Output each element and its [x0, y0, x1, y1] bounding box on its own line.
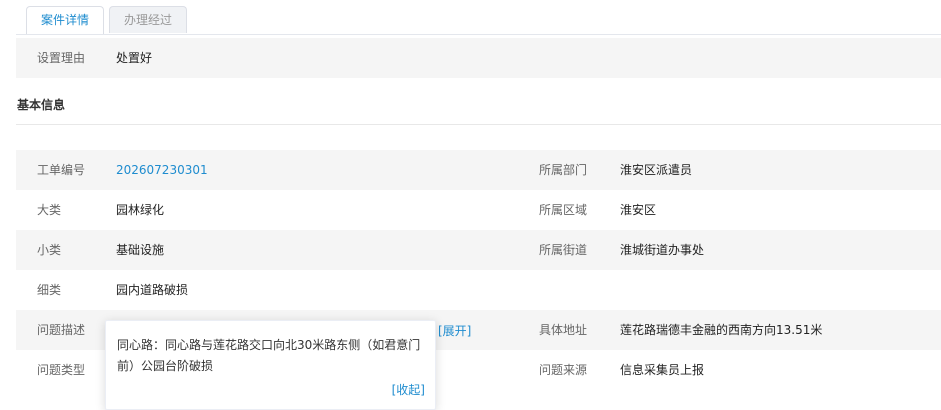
section-title: 基本信息 [17, 98, 66, 112]
order-no-link[interactable]: 202607230301 [116, 150, 208, 190]
category-value: 园林绿化 [116, 203, 165, 217]
street-label: 所属街道 [539, 243, 588, 257]
subcategory-value: 基础设施 [116, 243, 165, 257]
problem-type-label: 问题类型 [37, 363, 86, 377]
dept-label: 所属部门 [539, 163, 588, 177]
description-collapse-link[interactable]: [收起] [392, 381, 425, 398]
description-popover: 同心路：同心路与莲花路交口向北30米路东侧（如君意门前）公园台阶破损 [收起] [105, 320, 436, 410]
description-full-text: 同心路：同心路与莲花路交口向北30米路东侧（如君意门前）公园台阶破损 [117, 338, 421, 373]
category-label: 大类 [37, 203, 62, 217]
source-value: 信息采集员上报 [620, 363, 705, 377]
district-value: 淮安区 [620, 203, 657, 217]
info-row-2: 大类 园林绿化 所属区域 淮安区 [16, 190, 941, 230]
reason-row: 设置理由 处置好 [16, 38, 941, 78]
description-label: 问题描述 [37, 323, 86, 337]
detail-value: 园内道路破损 [116, 283, 189, 297]
address-label: 具体地址 [539, 323, 588, 337]
district-label: 所属区域 [539, 203, 588, 217]
tab-case-details[interactable]: 案件详情 [26, 6, 104, 35]
tab-divider [16, 34, 941, 35]
dept-value: 淮安区派遣员 [620, 163, 693, 177]
detail-label: 细类 [37, 283, 62, 297]
info-row-3: 小类 基础设施 所属街道 淮城街道办事处 [16, 230, 941, 270]
reason-value: 处置好 [116, 51, 153, 65]
subcategory-label: 小类 [37, 243, 62, 257]
tab-handling-process[interactable]: 办理经过 [109, 6, 187, 33]
info-row-4: 细类 园内道路破损 [16, 270, 941, 310]
info-row-1: 工单编号 202607230301 所属部门 淮安区派遣员 [16, 150, 941, 190]
address-value: 莲花路瑞德丰金融的西南方向13.51米 [620, 323, 823, 337]
description-expand-link[interactable]: [展开] [438, 322, 471, 340]
reason-label: 设置理由 [37, 51, 86, 65]
source-label: 问题来源 [539, 363, 588, 377]
order-no-label: 工单编号 [37, 163, 86, 177]
section-divider [16, 124, 941, 125]
street-value: 淮城街道办事处 [620, 243, 705, 257]
